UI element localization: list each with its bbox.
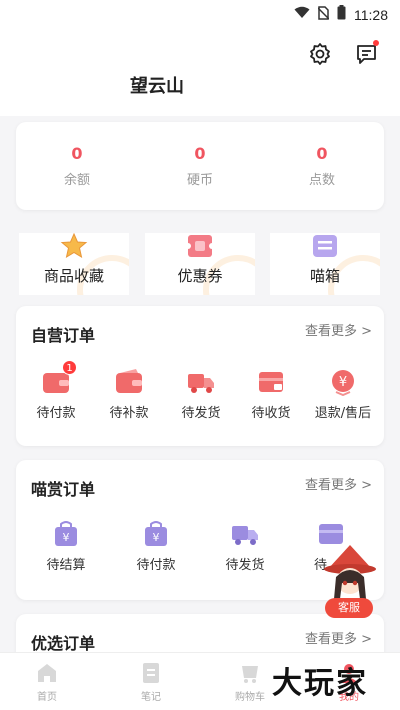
truck-icon [186, 368, 216, 396]
order-refund-aftersale[interactable]: ¥ 退款/售后 [308, 368, 378, 421]
tab-label: 首页 [37, 692, 57, 703]
note-icon [139, 661, 163, 685]
tab-home[interactable]: 首页 [12, 661, 82, 703]
reward-orders-title: 喵赏订单 [31, 480, 96, 499]
status-bar: 11:28 [0, 0, 400, 28]
order-item-label: 待付款 [136, 558, 176, 573]
balance-value: 0 [71, 144, 83, 163]
asset-balance[interactable]: 0 余额 [32, 144, 122, 188]
bag-icon: ¥ [51, 520, 81, 548]
tab-label: 笔记 [141, 692, 161, 703]
star-icon [59, 233, 89, 259]
coins-value: 0 [194, 144, 206, 163]
home-icon [35, 661, 59, 685]
wallet-icon: 1 [41, 360, 77, 396]
select-orders-title: 优选订单 [31, 634, 96, 653]
shortcut-label: 商品收藏 [43, 267, 104, 285]
order-item-label: 待结算 [46, 558, 86, 573]
reward-pending-payment[interactable]: ¥ 待付款 [121, 520, 191, 573]
svg-text:¥: ¥ [153, 531, 160, 544]
unread-dot [373, 40, 379, 46]
package-icon [256, 368, 286, 396]
reward-pending-settlement[interactable]: ¥ 待结算 [31, 520, 101, 573]
customer-service-button[interactable]: 客服 [325, 598, 373, 618]
shortcut-label: 喵箱 [309, 267, 340, 285]
bag-icon: ¥ [141, 520, 171, 548]
message-icon[interactable] [355, 40, 379, 66]
box-icon [310, 233, 340, 259]
asset-coins[interactable]: 0 硬币 [155, 144, 245, 188]
order-item-label: 待发货 [181, 406, 221, 421]
no-sim-icon [317, 5, 330, 24]
self-orders-title: 自营订单 [31, 326, 96, 345]
asset-points[interactable]: 0 点数 [277, 144, 367, 188]
cart-icon [238, 661, 262, 685]
order-pending-payment[interactable]: 1 待付款 [21, 360, 91, 421]
clock: 11:28 [354, 6, 388, 23]
pending-payment-badge: 1 [62, 360, 77, 375]
shortcut-meow-box[interactable]: 喵箱 [270, 233, 380, 295]
order-pending-shipment[interactable]: 待发货 [166, 368, 236, 421]
reward-pending-shipment[interactable]: 待发货 [210, 520, 280, 573]
shortcut-label: 优惠券 [177, 267, 223, 285]
balance-label: 余额 [63, 173, 90, 188]
truck-icon [230, 520, 260, 548]
self-orders-more-link[interactable]: 查看更多 > [305, 320, 372, 339]
settings-icon[interactable] [308, 42, 332, 66]
order-item-label: 待付款 [36, 406, 76, 421]
wifi-icon [294, 6, 310, 23]
reward-orders-more-link[interactable]: 查看更多 > [305, 474, 372, 493]
order-item-label: 待补款 [109, 406, 149, 421]
shortcut-coupons[interactable]: 优惠券 [145, 233, 255, 295]
assets-card: 0 余额 0 硬币 0 点数 [16, 122, 384, 210]
order-item-label: 退款/售后 [314, 406, 372, 421]
select-orders-more-link[interactable]: 查看更多 > [305, 628, 372, 647]
points-value: 0 [316, 144, 328, 163]
svg-text:¥: ¥ [339, 375, 347, 390]
wallet-icon [114, 368, 144, 396]
username[interactable]: 望云山 [130, 72, 184, 98]
tab-notes[interactable]: 笔记 [116, 661, 186, 703]
order-item-label: 待收货 [251, 406, 291, 421]
points-label: 点数 [308, 173, 335, 188]
shortcut-favorites[interactable]: 商品收藏 [19, 233, 129, 295]
order-pending-receipt[interactable]: 待收货 [236, 368, 306, 421]
svg-text:¥: ¥ [63, 531, 70, 544]
refund-icon: ¥ [328, 368, 358, 397]
self-orders-card: 自营订单 查看更多 > 1 待付款 待补款 待发货 待收货 ¥ 退款/售后 [16, 306, 384, 446]
watermark-logo: 大玩家 [272, 666, 368, 701]
profile-header: 望云山 [0, 28, 400, 116]
coupon-icon [185, 233, 215, 259]
order-item-label: 待发货 [225, 558, 265, 573]
coins-label: 硬币 [186, 173, 213, 188]
battery-icon [337, 5, 346, 24]
order-pending-supplement[interactable]: 待补款 [94, 368, 164, 421]
